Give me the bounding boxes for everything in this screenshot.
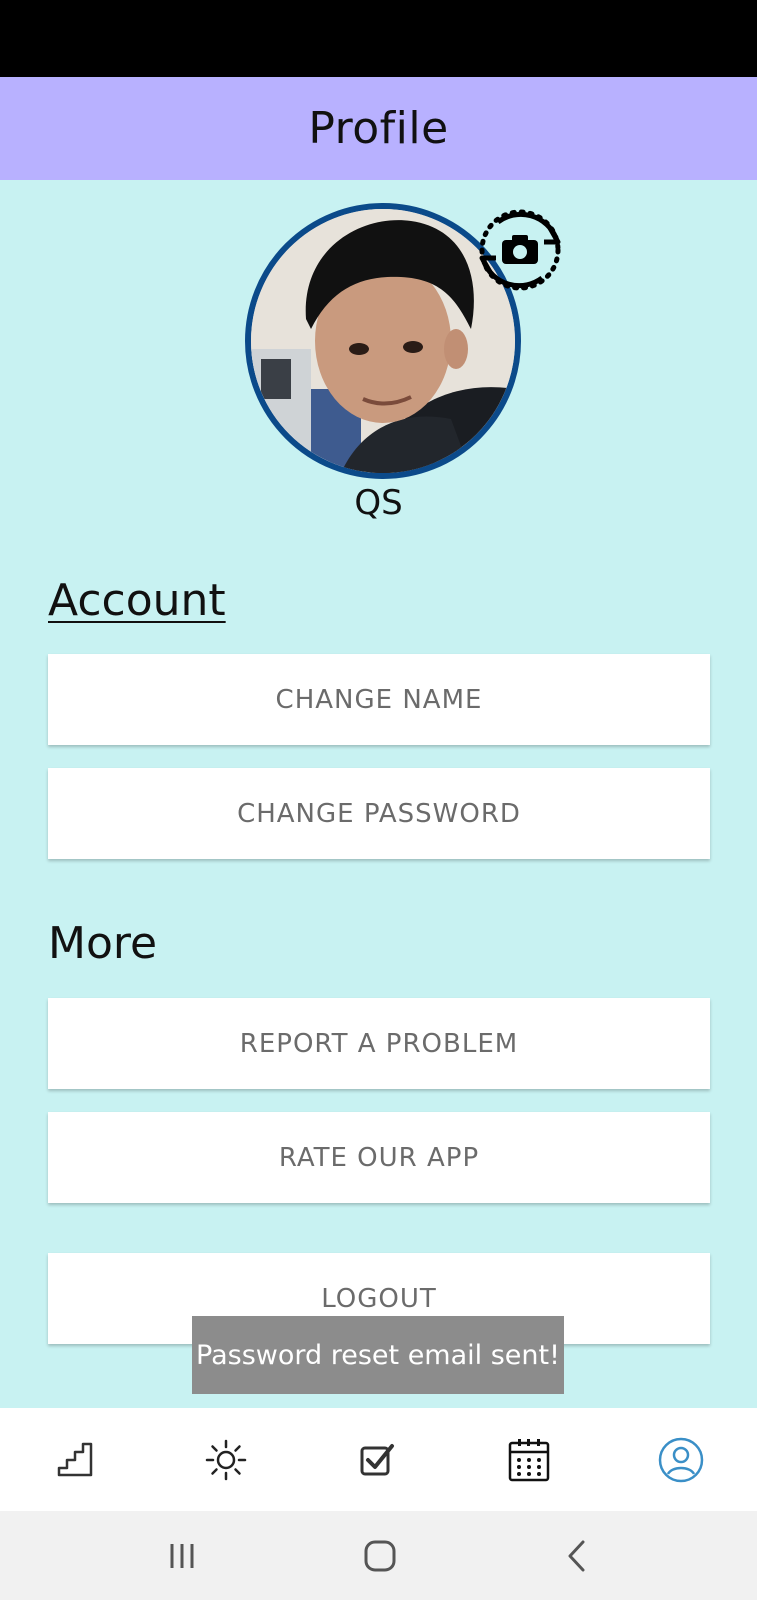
profile-icon: [658, 1437, 704, 1482]
profile-name: QS: [354, 483, 403, 523]
nav-item-profile[interactable]: [641, 1408, 721, 1511]
calendar-icon: [508, 1438, 550, 1481]
change-password-button[interactable]: CHANGE PASSWORD: [48, 768, 710, 859]
nav-item-calendar[interactable]: [489, 1408, 569, 1511]
home-icon: [364, 1540, 396, 1571]
change-photo-button[interactable]: [470, 200, 570, 300]
sun-icon: [205, 1439, 247, 1480]
bottom-nav: [0, 1408, 757, 1511]
more-section-title: More: [48, 918, 158, 969]
checkbox-icon: [360, 1443, 394, 1475]
app-header: Profile: [0, 77, 757, 180]
page-title: Profile: [308, 103, 449, 154]
toast-message: Password reset email sent!: [192, 1316, 564, 1394]
back-button[interactable]: [537, 1511, 617, 1600]
back-icon: [568, 1540, 585, 1571]
stairs-icon: [57, 1442, 93, 1476]
recents-icon: [170, 1543, 194, 1568]
nav-item-tasks[interactable]: [338, 1408, 418, 1511]
report-problem-button[interactable]: REPORT A PROBLEM: [48, 998, 710, 1089]
rate-app-button[interactable]: RATE OUR APP: [48, 1112, 710, 1203]
nav-item-sun[interactable]: [186, 1408, 266, 1511]
camera-rotate-icon: [479, 209, 561, 291]
account-section-title: Account: [48, 575, 226, 626]
nav-item-stairs[interactable]: [36, 1408, 116, 1511]
home-button[interactable]: [340, 1511, 420, 1600]
status-bar: [0, 0, 757, 77]
recents-button[interactable]: [142, 1511, 222, 1600]
change-name-button[interactable]: CHANGE NAME: [48, 654, 710, 745]
system-navigation-bar: [0, 1511, 757, 1600]
profile-content: QS Account CHANGE NAME CHANGE PASSWORD M…: [0, 180, 757, 1408]
